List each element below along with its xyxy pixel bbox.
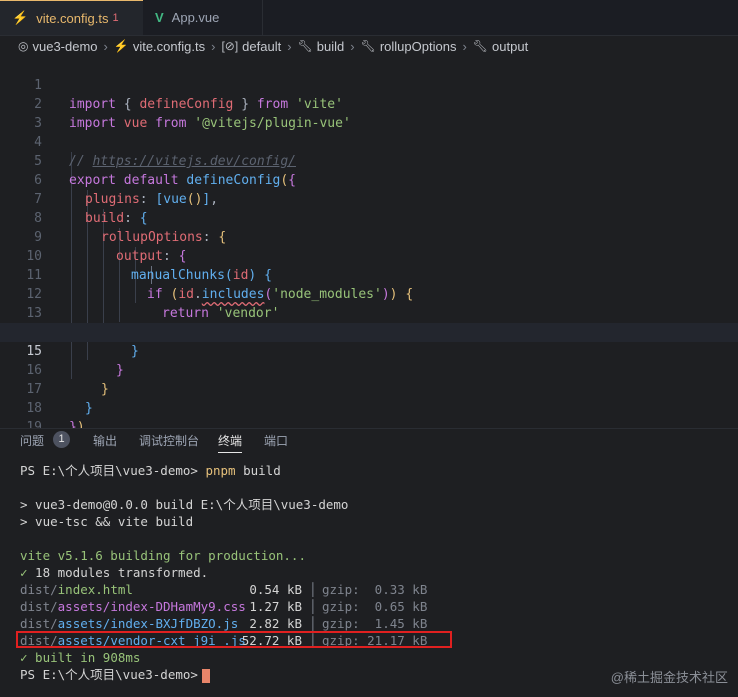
terminal-line: vite v5.1.6 building for production... (20, 548, 306, 563)
tab-app-vue[interactable]: V App.vue (143, 0, 263, 35)
terminal-line: > vue-tsc && vite build (20, 514, 194, 529)
code-line: 3 (0, 95, 738, 131)
chevron-right-icon: › (211, 38, 216, 54)
code-line: 16 } (0, 342, 738, 397)
tab-vite-config[interactable]: ⚡ vite.config.ts 1 (0, 0, 143, 35)
code-line: 5 export default defineConfig({ (0, 133, 738, 188)
code-line: 12 return 'vendor' (0, 266, 738, 321)
build-file-row: dist/assets/index-DDHamMy9.css 1.27 kB │ gz… (20, 599, 428, 614)
code-line: 17 } (0, 361, 738, 416)
modified-indicator: 1 (112, 12, 119, 24)
chevron-right-icon: › (103, 38, 108, 54)
wrench-icon: 🔧︎ (297, 39, 313, 53)
panel-tabs: 问题 1 输出 调试控制台 终端 端口 (0, 429, 738, 453)
build-file-row: dist/index.html 0.54 kB │ gzip: 0.33 kB (20, 582, 428, 597)
code-line: 11 if (id.includes('node_modules')) { (0, 247, 738, 302)
vite-icon: ⚡ (113, 39, 129, 53)
code-line: 13 } (0, 285, 738, 340)
tab-label: vite.config.ts (36, 10, 109, 26)
terminal-cursor (201, 668, 210, 683)
terminal-line: ✓ 18 modules transformed. (20, 565, 209, 580)
tab-label: App.vue (171, 10, 220, 25)
chevron-right-icon: › (287, 38, 292, 54)
breadcrumb: ◎ vue3-demo › ⚡ vite.config.ts › [⊘] def… (0, 35, 738, 57)
folder-icon: ◎ (18, 39, 29, 53)
code-line: 1 import { defineConfig } from 'vite' (0, 57, 738, 112)
code-line: 14 } (0, 304, 738, 359)
vite-icon: ⚡ (12, 10, 29, 25)
breadcrumb-item[interactable]: vue3-demo (32, 39, 97, 54)
breadcrumb-item[interactable]: build (317, 39, 344, 54)
editor-tab-bar: ⚡ vite.config.ts 1 V App.vue (0, 0, 738, 36)
terminal-line: PS E:\个人项目\vue3-demo> pnpm build (20, 463, 281, 478)
check-icon: ✓ (20, 650, 28, 665)
code-line: 6 plugins: [vue()], (0, 152, 738, 207)
terminal-line: > vue3-demo@0.0.0 build E:\个人项目\vue3-dem… (20, 497, 349, 512)
terminal-line: ✓ built in 908ms (20, 650, 141, 665)
check-icon: ✓ (20, 565, 28, 580)
build-file-row: dist/assets/index-BXJfDBZO.js 2.82 kB │ gzi… (20, 616, 428, 631)
breadcrumb-item[interactable]: default (242, 39, 281, 54)
wrench-icon: 🔧︎ (360, 39, 376, 53)
code-line: 19 (0, 399, 738, 435)
tab-problems[interactable]: 问题 (20, 432, 44, 449)
tab-debug-console[interactable]: 调试控制台 (139, 432, 199, 449)
chevron-right-icon: › (350, 38, 355, 54)
breadcrumb-item[interactable]: rollupOptions (380, 39, 457, 54)
code-line: 7 build: { (0, 171, 738, 226)
code-line: 9 output: { (0, 209, 738, 264)
bottom-panel: 问题 1 输出 调试控制台 终端 端口 PS E:\个人项目\vue3-demo… (0, 428, 738, 697)
code-line: 10 manualChunks(id) { (0, 228, 738, 283)
module-icon: [⊘] (221, 39, 239, 53)
code-line-current: 15 } (0, 323, 738, 378)
problems-count-badge: 1 (53, 431, 70, 448)
code-line: 18 }) (0, 380, 738, 435)
wrench-icon: 🔧︎ (472, 39, 489, 53)
code-line: 8 rollupOptions: { (0, 190, 738, 245)
code-editor[interactable]: 1 import { defineConfig } from 'vite' 2 … (0, 57, 738, 435)
highlight-box (16, 631, 452, 648)
breadcrumb-item[interactable]: output (492, 39, 528, 54)
chevron-right-icon: › (462, 38, 467, 54)
vue-icon: V (155, 10, 164, 25)
tab-output[interactable]: 输出 (93, 432, 117, 449)
breadcrumb-item[interactable]: vite.config.ts (133, 39, 205, 54)
tab-ports[interactable]: 端口 (264, 432, 288, 449)
code-line: 2 import vue from '@vitejs/plugin-vue' (0, 76, 738, 131)
tab-terminal[interactable]: 终端 (218, 432, 243, 453)
code-line: 4 // https://vitejs.dev/config/ (0, 114, 738, 169)
watermark: @稀土掘金技术社区 (610, 670, 728, 685)
